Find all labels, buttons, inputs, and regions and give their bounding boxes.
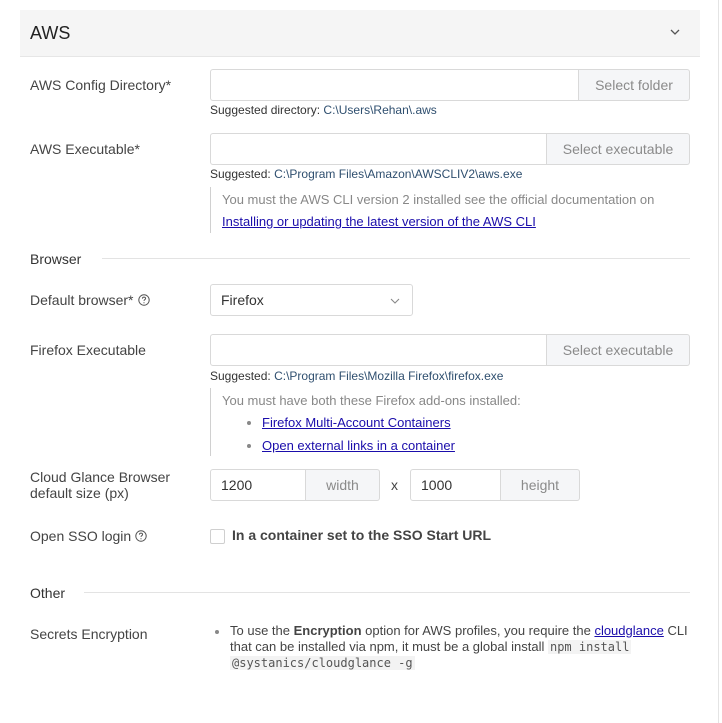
width-addon: width: [306, 469, 380, 501]
secrets-text-part: CLI: [663, 623, 688, 638]
suggested-path: C:\Program Files\Mozilla Firefox\firefox…: [274, 369, 504, 383]
secrets-encryption-text: To use the Encryption option for AWS pro…: [230, 623, 690, 671]
browser-size-label-line1: Cloud Glance Browser: [30, 469, 171, 485]
npm-package-code: @systanics/cloudglance -g: [230, 656, 415, 670]
aws-executable-group: Select executable: [210, 133, 690, 165]
suggested-path: C:\Program Files\Amazon\AWSCLIV2\aws.exe: [274, 167, 523, 181]
default-browser-select[interactable]: Firefox: [210, 284, 413, 316]
aws-cli-note: You must the AWS CLI version 2 installed…: [210, 187, 692, 233]
height-group: 1000 height: [410, 469, 580, 501]
default-browser-label: Default browser*: [30, 292, 150, 308]
select-folder-button[interactable]: Select folder: [579, 69, 690, 101]
aws-config-dir-input[interactable]: [210, 69, 579, 101]
sso-container-checkbox-label[interactable]: In a container set to the SSO Start URL: [232, 527, 491, 543]
chevron-down-icon: [390, 298, 400, 304]
firefox-addons-note-text: You must have both these Firefox add-ons…: [222, 393, 521, 408]
aws-executable-input[interactable]: [210, 133, 547, 165]
aws-executable-label: AWS Executable*: [30, 141, 140, 157]
suggestion-prefix: Suggested:: [210, 369, 271, 383]
help-icon[interactable]: [135, 530, 147, 542]
browser-size-label: Cloud Glance Browser default size (px): [30, 469, 170, 501]
firefox-executable-input[interactable]: [210, 334, 547, 366]
secrets-encryption-label: Secrets Encryption: [30, 626, 148, 642]
help-icon[interactable]: [137, 294, 150, 306]
aws-config-dir-label: AWS Config Directory*: [30, 77, 172, 93]
select-aws-executable-button[interactable]: Select executable: [547, 133, 690, 165]
browser-section-divider: [102, 258, 690, 259]
suggested-path: C:\Users\Rehan\.aws: [323, 103, 437, 117]
panel-title: AWS: [30, 22, 71, 43]
default-browser-value: Firefox: [221, 292, 264, 308]
suggestion-prefix: Suggested directory:: [210, 103, 321, 117]
height-addon: height: [501, 469, 580, 501]
firefox-executable-group: Select executable: [210, 334, 690, 366]
secrets-text-part: To use the: [230, 623, 294, 638]
firefox-multi-account-containers-link[interactable]: Firefox Multi-Account Containers: [262, 415, 451, 430]
firefox-executable-label: Firefox Executable: [30, 342, 146, 358]
chevron-down-icon[interactable]: [668, 25, 682, 39]
list-bullet: [247, 444, 251, 448]
select-firefox-executable-button[interactable]: Select executable: [547, 334, 690, 366]
default-browser-label-text: Default browser*: [30, 292, 134, 308]
list-bullet: [247, 421, 251, 425]
height-input[interactable]: 1000: [410, 469, 501, 501]
open-external-links-link[interactable]: Open external links in a container: [262, 438, 455, 453]
open-sso-login-label: Open SSO login: [30, 528, 147, 544]
other-section-divider: [84, 592, 690, 593]
cloudglance-link[interactable]: cloudglance: [594, 623, 663, 638]
secrets-text-part: option for AWS profiles, you require the: [361, 623, 595, 638]
aws-panel-header[interactable]: AWS: [20, 10, 700, 57]
aws-executable-suggestion: Suggested: C:\Program Files\Amazon\AWSCL…: [210, 167, 522, 181]
browser-size-label-line2: default size (px): [30, 485, 129, 501]
sso-container-checkbox[interactable]: [210, 529, 225, 544]
other-section-title: Other: [30, 585, 66, 601]
width-input[interactable]: 1200: [210, 469, 306, 501]
aws-config-dir-suggestion: Suggested directory: C:\Users\Rehan\.aws: [210, 103, 437, 117]
width-group: 1200 width: [210, 469, 380, 501]
aws-config-dir-group: Select folder: [210, 69, 690, 101]
browser-section-title: Browser: [30, 251, 82, 267]
npm-install-code: npm install: [547, 640, 632, 654]
aws-cli-note-text: You must the AWS CLI version 2 installed…: [222, 192, 655, 207]
suggestion-prefix: Suggested:: [210, 167, 271, 181]
firefox-executable-suggestion: Suggested: C:\Program Files\Mozilla Fire…: [210, 369, 503, 383]
list-bullet: [215, 630, 219, 634]
secrets-bold-text: Encryption: [293, 623, 362, 638]
open-sso-login-label-text: Open SSO login: [30, 528, 132, 544]
aws-cli-docs-link[interactable]: Installing or updating the latest versio…: [222, 214, 536, 229]
size-separator: x: [391, 477, 398, 493]
secrets-text-part: that can be installed via npm, it must b…: [230, 639, 548, 654]
